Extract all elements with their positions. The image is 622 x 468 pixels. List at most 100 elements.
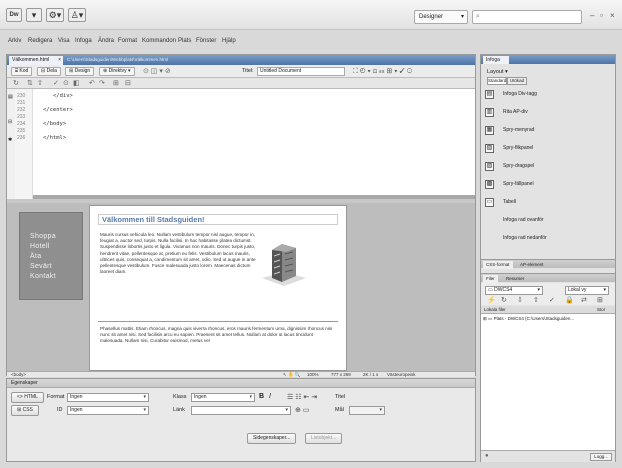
menu-format[interactable]: Format [118, 38, 137, 44]
redo-icon[interactable]: ↷ [99, 79, 105, 87]
layout-menu-icon[interactable]: ▾ [26, 8, 42, 22]
menu-arkiv[interactable]: Arkiv [8, 38, 21, 44]
live-view-button[interactable]: ⊕ Direktvy ▾ [99, 67, 135, 76]
menu-kommandon[interactable]: Kommandon [142, 38, 176, 44]
close-button[interactable]: × [610, 11, 615, 20]
menu-visa[interactable]: Visa [58, 38, 70, 44]
check-icon[interactable]: ✓ [53, 79, 59, 87]
zoom-level[interactable]: 100% [307, 372, 319, 377]
synchronize-icon[interactable]: ⇄ [581, 296, 587, 304]
document-tab[interactable]: Välkommen.html × [9, 56, 63, 65]
restore-button[interactable]: ▫ [600, 11, 603, 20]
html-mode-button[interactable]: <> HTML [11, 392, 44, 403]
insert-category-select[interactable]: Layout ▾ [487, 69, 508, 75]
spry-tabbed-panels-item[interactable]: ▧ Spry-flikpanel [485, 143, 613, 154]
visual-aids-icon[interactable]: ◧ [73, 79, 80, 87]
point-to-file-icon[interactable]: ⊕ ▭ [295, 406, 309, 414]
menu-fonster[interactable]: Fönster [196, 38, 216, 44]
refresh-icon[interactable]: ↻ [13, 79, 19, 87]
nav-item-sevart[interactable]: Sevärt [30, 263, 52, 270]
table-item[interactable]: ▭ Tabell [485, 197, 613, 208]
workspace-switcher[interactable]: Designer ▾ [414, 10, 468, 24]
preview-icon[interactable]: ⊞ [113, 79, 119, 87]
connect-icon[interactable]: ⚡ [487, 296, 496, 304]
italic-button[interactable]: I [269, 393, 271, 400]
tab-ap-elements[interactable]: AP-element [517, 261, 547, 269]
spry-accordion-item[interactable]: ▨ Spry-dragspel [485, 161, 613, 172]
properties-header[interactable]: Egenskaper [7, 379, 475, 388]
tag-selector[interactable]: <body> [11, 372, 26, 377]
format-select[interactable]: Ingen [67, 393, 149, 402]
site-menu-icon[interactable]: ♙▾ [68, 8, 86, 22]
page-content[interactable]: Välkommen till Stadsguiden! Mauris cursu… [89, 205, 347, 371]
menu-infoga[interactable]: Infoga [75, 38, 92, 44]
menu-hjalp[interactable]: Hjälp [222, 38, 236, 44]
validate-icon[interactable]: ⊙ [63, 79, 69, 87]
column-local-files[interactable]: Lokala filer [484, 307, 506, 312]
menu-plats[interactable]: Plats [178, 38, 191, 44]
link-input[interactable] [191, 406, 291, 415]
spry-collapsible-item[interactable]: ▩ Spry-fällpanel [485, 179, 613, 190]
check-in-icon[interactable]: 🔒 [565, 296, 574, 304]
expand-icon[interactable]: ⊞ [483, 316, 487, 321]
refresh-icon[interactable]: ↻ [501, 296, 507, 304]
insert-row-above-item[interactable]: Infoga rad ovanför [485, 215, 613, 226]
get-files-icon[interactable]: ⇩ [517, 296, 523, 304]
inspect-icons[interactable]: ⊙ ◫ ▾ ⊘ [143, 67, 171, 75]
undo-icon[interactable]: ↶ [89, 79, 95, 87]
file-management-icon[interactable]: ⇅ [27, 79, 33, 87]
menu-redigera[interactable]: Redigera [28, 38, 52, 44]
upload-icon[interactable]: ⇧ [37, 79, 43, 87]
insert-row-below-item[interactable]: Infoga rad nedanför [485, 233, 613, 244]
open-documents-icon[interactable]: ▤ [8, 94, 13, 100]
expand-icon[interactable]: ⊞ [597, 296, 603, 304]
list-indent-icons[interactable]: ☰ ☷ ⇤ ⇥ [287, 393, 317, 401]
site-root-row[interactable]: ⊞ ▭ Plats - DWCS4 (C:\Users\Stadsguiden.… [483, 316, 574, 322]
put-files-icon[interactable]: ⇧ [533, 296, 539, 304]
insert-tab[interactable]: Infoga [483, 56, 509, 64]
tab-assets[interactable]: Resurser [503, 275, 527, 283]
minimize-button[interactable]: – [590, 11, 594, 20]
id-select[interactable]: Ingen [67, 406, 149, 415]
draw-ap-div-item[interactable]: ▥ Rita AP-div [485, 107, 613, 118]
tab-files[interactable]: Filer [483, 275, 498, 283]
check-out-icon[interactable]: ✓ [549, 296, 555, 304]
nav-item-ata[interactable]: Äta [30, 253, 41, 260]
target-select[interactable] [349, 406, 385, 415]
collapse-tag-icon[interactable]: ⊟ [8, 119, 12, 125]
browser-preview-icons[interactable]: ⛶ ◴ ▾ ⊡ ☷ ⊞ ▾ ✓ ⊙ [353, 67, 412, 76]
insert-div-tag-item[interactable]: ▤ Infoga Div-tagg [485, 89, 613, 100]
nav-item-hotell[interactable]: Hotell [30, 243, 50, 250]
code-view[interactable]: ▤ ⊟ ✱ 230 231 232 233 234 235 236 </div>… [7, 89, 475, 199]
menu-andra[interactable]: Ändra [98, 38, 114, 44]
extend-menu-icon[interactable]: ⚙▾ [46, 8, 64, 22]
site-select-label: DWCS4 [494, 287, 513, 293]
insert-mode-standard[interactable]: Standard [487, 77, 507, 85]
grid-icon[interactable]: ⊟ [125, 79, 131, 87]
nav-item-shoppa[interactable]: Shoppa [30, 233, 56, 240]
expand-all-icon[interactable]: ✱ [8, 137, 12, 143]
view-select[interactable]: Lokal vy ▾ [565, 286, 609, 295]
doc-title-input[interactable]: Untitled Document [257, 67, 345, 76]
site-select[interactable]: ▭ DWCS4 ▾ [485, 286, 543, 295]
column-size[interactable]: Stor [597, 307, 605, 312]
insert-mode-extended[interactable]: Utökad [507, 77, 527, 85]
collapsible-icon: ▩ [485, 180, 494, 189]
tab-css-styles[interactable]: CSS-format [483, 261, 513, 269]
nav-item-kontakt[interactable]: Kontakt [30, 273, 56, 280]
design-view[interactable]: Shoppa Hotell Äta Sevärt Kontakt Välkomm… [7, 203, 475, 371]
log-button[interactable]: Logg... [590, 453, 612, 461]
code-view-button[interactable]: ⌸ Kod [11, 67, 33, 76]
close-icon[interactable]: × [58, 56, 61, 65]
page-properties-button[interactable]: Sidegenskaper... [247, 433, 297, 444]
list-item-button[interactable]: Listobjekt... [305, 433, 343, 444]
bold-button[interactable]: B [259, 393, 264, 400]
spry-menubar-item[interactable]: ▦ Spry-menyrad [485, 125, 613, 136]
class-select[interactable]: Ingen [191, 393, 255, 402]
design-view-button[interactable]: ⊞ Design [65, 67, 95, 76]
window-size[interactable]: 777 x 269 [331, 372, 351, 377]
split-view-button[interactable]: ⊟ Dela [37, 67, 61, 76]
title-label: Titel [335, 394, 346, 400]
css-mode-button[interactable]: ⊞ CSS [11, 405, 39, 416]
help-search-input[interactable]: ⌕ [472, 10, 582, 24]
